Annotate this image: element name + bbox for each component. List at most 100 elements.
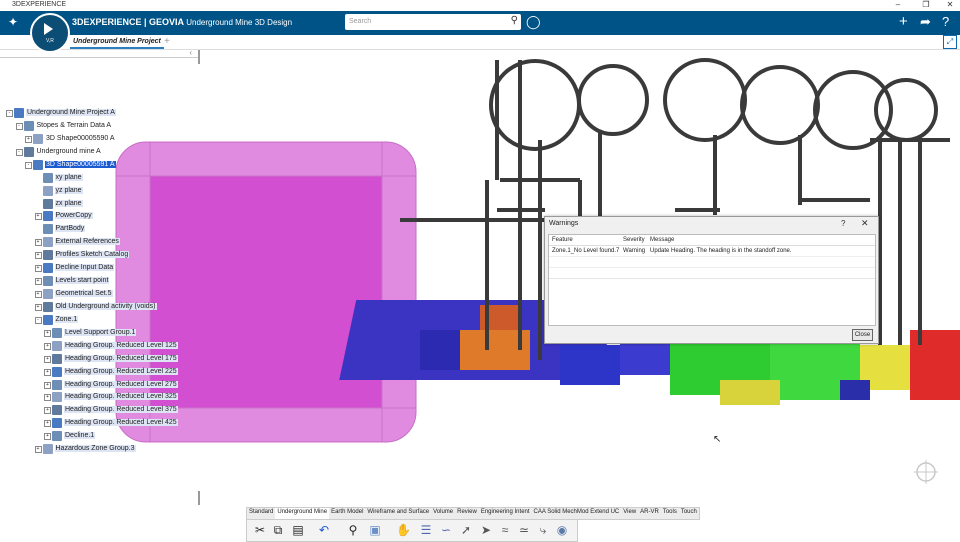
collapse-icon[interactable]: - <box>6 110 13 117</box>
expand-icon[interactable]: + <box>44 407 51 415</box>
zoom-icon[interactable]: ⚲ <box>346 523 360 537</box>
decline-icon[interactable]: ∽ <box>439 523 453 537</box>
action-tab[interactable]: Wireframe and Surface <box>365 508 431 519</box>
tree-node-label: Heading Group. Reduced Level 325 <box>64 393 178 401</box>
help-icon[interactable]: ? <box>841 219 845 228</box>
tree-node-icon <box>42 185 53 196</box>
collapse-icon[interactable]: - <box>25 161 32 169</box>
column-feature[interactable]: Feature <box>552 237 573 243</box>
expand-icon[interactable]: + <box>44 355 51 363</box>
action-tab[interactable]: Tools <box>661 508 679 519</box>
expand-icon[interactable]: + <box>34 239 42 247</box>
add-icon[interactable]: + <box>899 13 908 30</box>
help-icon[interactable]: ? <box>942 14 949 29</box>
minimize-button[interactable]: – <box>884 0 912 9</box>
tree-node-label: Zone.1 <box>54 315 79 323</box>
tree-node-icon <box>42 211 53 222</box>
tree-node-icon <box>33 159 43 170</box>
drift-icon[interactable]: ➚ <box>459 523 473 537</box>
tree-node-icon <box>42 250 53 261</box>
navigation-compass-icon[interactable] <box>913 459 939 485</box>
tree-node-label: Decline.1 <box>64 432 96 440</box>
close-button[interactable]: Close <box>852 329 873 341</box>
tree-node-icon <box>42 289 53 300</box>
expand-icon[interactable]: + <box>44 381 51 389</box>
action-tab[interactable]: AR-VR <box>638 508 661 519</box>
collapse-icon[interactable]: - <box>15 148 23 156</box>
action-tab[interactable]: Earth Model <box>329 508 365 519</box>
column-severity[interactable]: Severity <box>623 237 645 243</box>
tree-node-label: External References <box>54 238 120 246</box>
fit-all-icon[interactable]: ▣ <box>368 523 382 537</box>
action-tab[interactable]: Review <box>455 508 479 519</box>
action-tab[interactable]: Touch <box>679 508 699 519</box>
fullscreen-icon[interactable]: ⤢ <box>943 35 957 49</box>
collapse-arrow-icon[interactable]: ‹ <box>189 48 192 57</box>
tree-node-label: Stopes & Terrain Data A <box>36 121 112 129</box>
warnings-dialog: Warnings ? ✕ Feature Severity Message Zo… <box>544 216 879 344</box>
expand-icon[interactable]: + <box>44 420 51 428</box>
expand-icon[interactable]: + <box>34 213 42 221</box>
action-tab[interactable]: Volume <box>431 508 455 519</box>
tree-node-label: zx plane <box>54 199 83 207</box>
undo-icon[interactable]: ↶ <box>317 523 331 537</box>
column-message[interactable]: Message <box>650 237 674 243</box>
expand-icon[interactable]: + <box>44 368 51 376</box>
action-tab[interactable]: Engineering Intent <box>479 508 532 519</box>
copy-icon[interactable]: ⧉ <box>271 523 285 537</box>
tree-node-icon <box>42 263 53 274</box>
expand-icon[interactable]: + <box>25 135 32 143</box>
expand-icon[interactable]: + <box>34 291 42 299</box>
expand-icon[interactable]: + <box>44 329 51 337</box>
expand-icon[interactable]: + <box>44 433 51 441</box>
close-icon[interactable]: ✕ <box>861 218 869 229</box>
tree-node-label: 3D Shape00005591 A <box>45 160 116 168</box>
tree-node-icon <box>42 198 53 209</box>
tree-node-label: Decline Input Data <box>54 264 115 272</box>
action-tab[interactable]: CAA Solid MechMod Extend UC <box>532 508 622 519</box>
app-bar: ✦ 3DEXPERIENCE | GEOVIA Underground Mine… <box>0 11 960 35</box>
expand-icon[interactable]: + <box>44 342 51 350</box>
action-tab[interactable]: Underground Mine <box>275 508 330 519</box>
level-icon[interactable]: ≈ <box>498 523 512 537</box>
tree-node-label: Underground Mine Project A <box>26 109 116 116</box>
expand-icon[interactable]: + <box>34 446 42 454</box>
tree-node-icon <box>52 379 62 390</box>
tab-underground-mine-project[interactable]: Underground Mine Project <box>70 36 164 49</box>
search-input[interactable]: Search ⚲ <box>345 14 521 30</box>
cut-icon[interactable]: ✂ <box>253 523 267 537</box>
hand-icon[interactable]: ✋ <box>396 523 411 537</box>
table-row[interactable]: Zone.1_No Level found.7 Warning Update H… <box>549 246 875 257</box>
splitter-top[interactable] <box>198 50 200 64</box>
expand-icon[interactable]: + <box>34 303 42 311</box>
tree-node-icon <box>52 353 62 364</box>
connect-icon[interactable]: ≃ <box>517 523 531 537</box>
ds-logo-icon[interactable]: ✦ <box>8 15 18 29</box>
tree-node-label: PowerCopy <box>54 212 93 220</box>
expand-icon[interactable]: + <box>34 265 42 273</box>
panel-divider: ‹ <box>0 48 198 58</box>
collapse-icon[interactable]: - <box>34 316 42 324</box>
solid-icon[interactable]: ◉ <box>555 523 569 537</box>
splitter-bottom[interactable] <box>198 491 200 505</box>
tree-node-label: Geometrical Set.5 <box>54 290 113 298</box>
compass-button[interactable]: V,R <box>30 13 70 53</box>
tree-node-icon <box>42 444 53 455</box>
paste-icon[interactable]: ▤ <box>291 523 305 537</box>
heading-icon[interactable]: ☰ <box>419 523 433 537</box>
expand-icon[interactable]: + <box>34 278 42 286</box>
search-icon[interactable]: ⚲ <box>511 15 518 26</box>
ramp-icon[interactable]: ➤ <box>479 523 493 537</box>
expand-icon[interactable]: + <box>34 252 42 260</box>
tree-node-icon <box>52 405 62 416</box>
shaft-icon[interactable]: ⤷ <box>536 523 550 537</box>
close-window-button[interactable]: ✕ <box>936 0 960 9</box>
tag-icon[interactable]: ◯ <box>526 14 541 30</box>
expand-icon[interactable]: + <box>44 394 51 402</box>
share-icon[interactable]: ➦ <box>920 14 931 30</box>
table-header: Feature Severity Message <box>549 235 875 246</box>
action-tab[interactable]: View <box>621 508 638 519</box>
action-tab[interactable]: Standard <box>247 508 275 519</box>
add-tab-button[interactable]: + <box>164 36 170 47</box>
collapse-icon[interactable]: - <box>15 122 23 130</box>
